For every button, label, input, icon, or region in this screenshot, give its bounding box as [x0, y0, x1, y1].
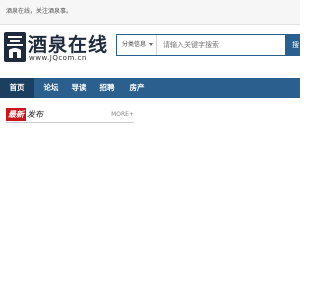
nav-item-jobs[interactable]: 招聘	[90, 78, 124, 98]
top-bar-text: 酒泉在线，关注酒泉事。	[6, 8, 73, 15]
building-icon	[4, 32, 26, 62]
search-category-label: 分类信息	[122, 41, 147, 48]
logo-url: www.JQcom.cn	[29, 54, 87, 62]
more-link[interactable]: MORE+	[111, 111, 134, 118]
nav-item-home[interactable]: 首页	[0, 78, 34, 98]
search-button[interactable]: 搜	[286, 34, 300, 56]
latest-badge: 最新	[6, 108, 26, 121]
latest-posts-header: 最新 发布 MORE+	[6, 108, 134, 123]
chevron-down-icon	[149, 43, 153, 46]
search-input[interactable]	[161, 37, 283, 53]
logo-title: 酒泉在线	[28, 34, 109, 56]
nav-item-housing[interactable]: 房产	[120, 78, 154, 98]
search-category-select[interactable]: 分类信息	[117, 35, 157, 55]
section-title: 发布	[27, 110, 43, 119]
main-nav: 首页 论坛 导读 招聘 房产	[0, 78, 300, 98]
top-bar: 酒泉在线，关注酒泉事。	[0, 0, 300, 25]
site-logo[interactable]: 酒泉在线 www.JQcom.cn	[4, 30, 107, 66]
search-box: 分类信息	[116, 34, 286, 56]
